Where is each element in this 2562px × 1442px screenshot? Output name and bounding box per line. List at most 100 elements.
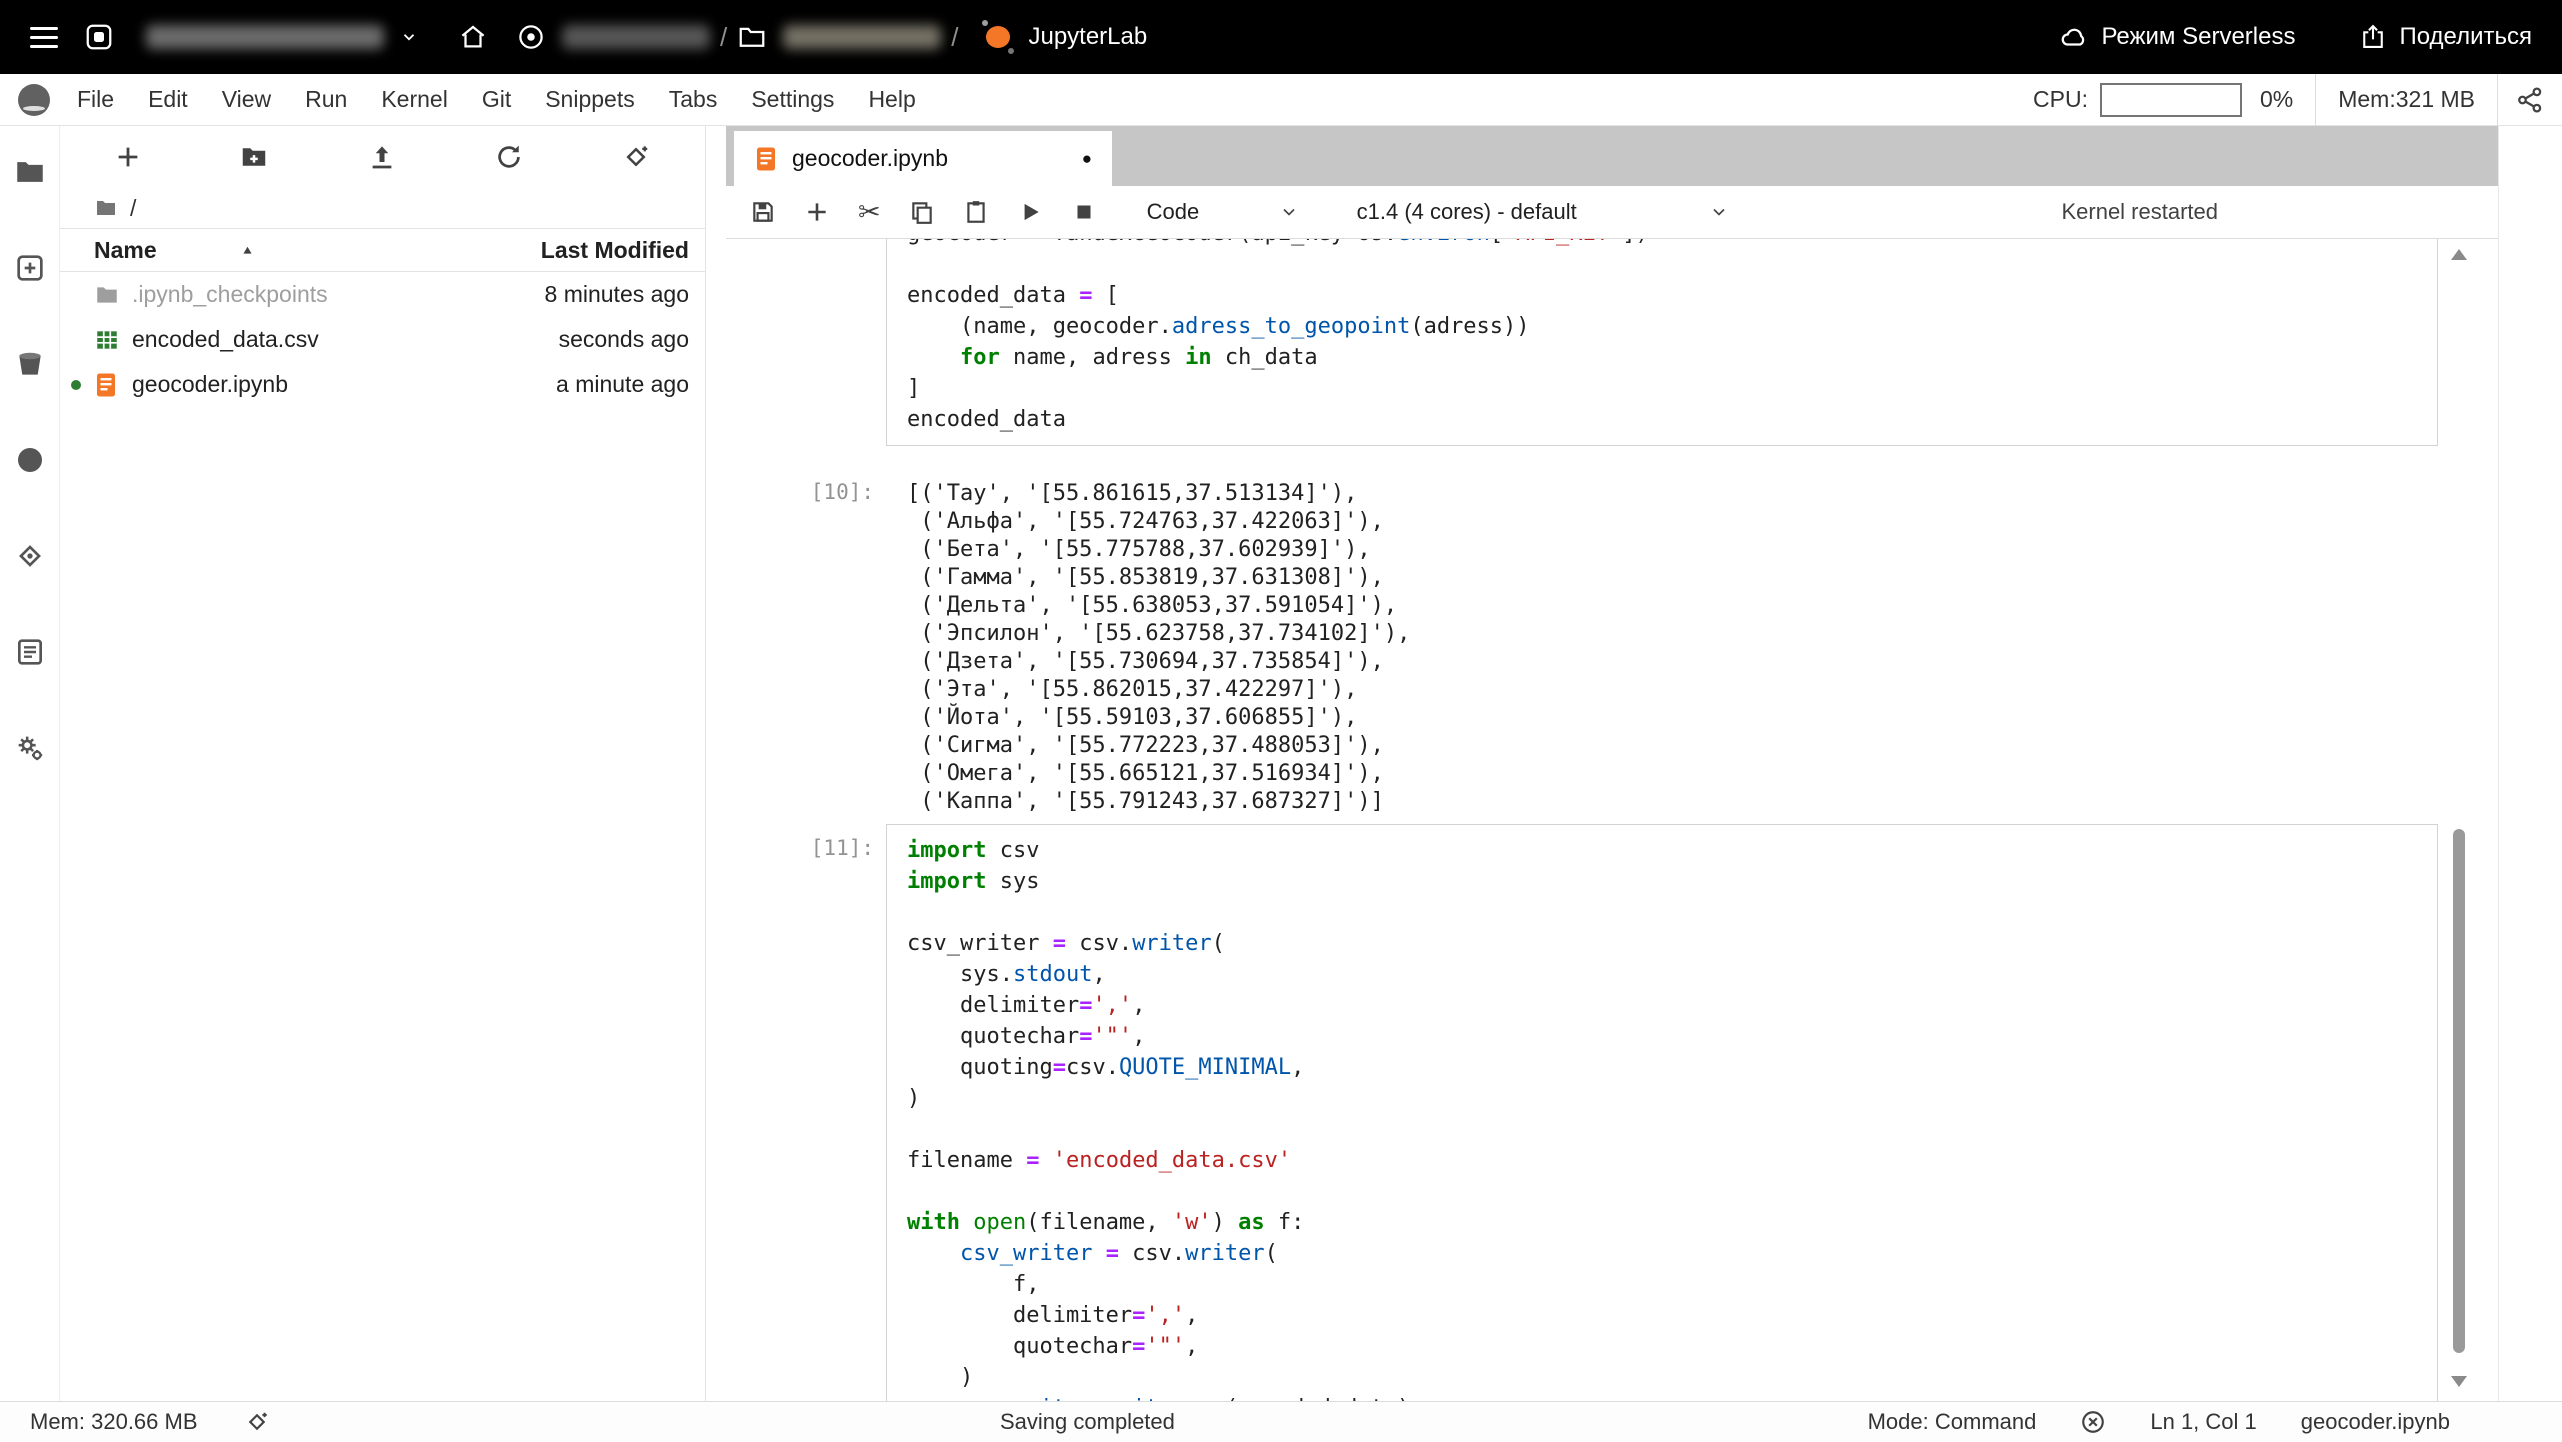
cpu-limit-input[interactable] (2099, 82, 2242, 117)
upload-button[interactable] (367, 142, 397, 172)
jupyter-menu-icon[interactable] (18, 83, 50, 116)
code-cell-top[interactable]: geocoder = YandexGeocoder(api_key=os.env… (726, 239, 2438, 446)
file-name: .ipynb_checkpoints (132, 281, 328, 307)
menu-item-git[interactable]: Git (465, 74, 528, 125)
cell-type-dropdown[interactable]: Code (1147, 199, 1299, 225)
file-row[interactable]: .ipynb_checkpoints 8 minutes ago (60, 272, 705, 317)
file-list-header: Name Last Modified (60, 228, 705, 272)
rail-checkpoints-tab[interactable] (0, 524, 59, 588)
dock-tab-bar: geocoder.ipynb ● (726, 126, 2498, 186)
kernel-circle-x-icon[interactable] (2080, 1409, 2106, 1435)
home-button[interactable] (458, 22, 488, 52)
paste-cell-button[interactable] (963, 199, 989, 225)
diamond-sparkle-icon[interactable] (244, 1409, 270, 1435)
cloud-icon (2062, 28, 2085, 46)
notebook-editor-panel: geocoder.ipynb ● ✂ Code c1.4 (4 cores) -… (726, 126, 2498, 1401)
breadcrumb[interactable]: / (60, 188, 705, 228)
share-label: Поделиться (2399, 23, 2532, 50)
file-modified: 8 minutes ago (544, 281, 689, 307)
scroll-up-arrow[interactable] (2451, 249, 2467, 260)
refresh-button[interactable] (494, 142, 524, 172)
share-graph-button[interactable] (2498, 74, 2562, 125)
notebook-icon (757, 147, 775, 170)
file-row[interactable]: encoded_data.csv seconds ago (60, 317, 705, 362)
task-name-blurred (783, 25, 942, 49)
refresh-icon (498, 145, 520, 168)
workspace-switcher[interactable] (84, 22, 418, 52)
folder-crumb[interactable] (737, 22, 942, 52)
panel-splitter[interactable] (706, 126, 726, 1401)
divider (2315, 73, 2317, 126)
box-plus-icon (16, 255, 43, 281)
file-row[interactable]: geocoder.ipynb a minute ago (60, 362, 705, 407)
breadcrumb-separator: / (720, 21, 728, 52)
kernel-status-text: Kernel restarted (2061, 199, 2218, 224)
file-browser-panel: / Name Last Modified .ipynb_checkpoints 8… (60, 126, 706, 1401)
output-area-10: [10]: [('Тау', '[55.861615,37.513134]'),… (726, 480, 2438, 816)
cut-cell-button[interactable]: ✂ (858, 198, 881, 226)
cursor-position[interactable]: Ln 1, Col 1 (2150, 1409, 2256, 1435)
rail-experiments-tab[interactable] (0, 620, 59, 684)
cell-editor[interactable]: geocoder = YandexGeocoder(api_key=os.env… (886, 239, 2438, 446)
kernel-selector-dropdown[interactable]: c1.4 (4 cores) - default (1357, 199, 1729, 225)
project-name-blurred (562, 25, 710, 49)
rail-new-resource-tab[interactable] (0, 236, 59, 300)
column-name[interactable]: Name (60, 237, 455, 264)
rail-storage-tab[interactable] (0, 332, 59, 396)
sort-ascending-icon (243, 246, 252, 254)
serverless-label: Режим Serverless (2101, 23, 2296, 50)
editor-mode[interactable]: Mode: Command (1868, 1409, 2037, 1435)
menu-item-edit[interactable]: Edit (131, 74, 205, 125)
running-dot (71, 380, 81, 390)
rail-settings-tab[interactable] (0, 716, 59, 780)
share-button[interactable]: Поделиться (2359, 23, 2532, 51)
save-button[interactable] (750, 199, 776, 225)
scrollbar-thumb[interactable] (2453, 829, 2465, 1353)
run-cell-button[interactable] (1017, 199, 1043, 225)
folder-icon (16, 162, 43, 182)
copy-cell-button[interactable] (909, 199, 935, 225)
main-area: / Name Last Modified .ipynb_checkpoints 8… (0, 126, 2562, 1401)
copy-icon (911, 202, 932, 224)
tab-geocoder-ipynb[interactable]: geocoder.ipynb ● (734, 131, 1112, 186)
scroll-down-arrow[interactable] (2451, 1376, 2467, 1387)
column-last-modified[interactable]: Last Modified (455, 237, 705, 264)
checkpoint-button[interactable] (621, 142, 651, 172)
add-cell-button[interactable] (804, 199, 830, 225)
list-icon (17, 639, 42, 665)
menu-item-settings[interactable]: Settings (734, 74, 851, 125)
diamond-sparkle-icon (626, 146, 648, 167)
code-cell-11[interactable]: [11]: import csv import sys csv_writer = c… (726, 824, 2438, 1401)
new-folder-button[interactable] (239, 142, 269, 172)
diamond-branch-icon (18, 545, 41, 567)
new-launcher-button[interactable] (114, 143, 142, 171)
bucket-icon (18, 352, 41, 375)
notebook-scroll-area: geocoder = YandexGeocoder(api_key=os.env… (726, 239, 2438, 1401)
notebook-content: geocoder = YandexGeocoder(api_key=os.env… (726, 239, 2498, 1401)
cell-editor[interactable]: import csv import sys csv_writer = csv.wri… (886, 824, 2438, 1401)
menu-item-snippets[interactable]: Snippets (528, 74, 652, 125)
output-text: [('Тау', '[55.861615,37.513134]'), ('Аль… (907, 481, 1411, 814)
org-crumb[interactable] (516, 22, 710, 52)
stop-icon (1077, 205, 1091, 219)
serverless-mode-button[interactable]: Режим Serverless (2059, 22, 2295, 52)
menu-item-view[interactable]: View (205, 74, 288, 125)
rail-files-tab[interactable] (0, 140, 59, 204)
file-name: encoded_data.csv (132, 326, 319, 352)
file-modified: seconds ago (558, 326, 689, 352)
folder-icon (739, 27, 765, 47)
unsaved-dot-icon[interactable]: ● (1082, 149, 1092, 169)
stop-kernel-button[interactable] (1071, 199, 1097, 225)
menu-item-kernel[interactable]: Kernel (364, 74, 464, 125)
input-prompt: [11]: (810, 836, 874, 860)
plus-icon (118, 147, 138, 167)
notebook-scrollbar[interactable] (2448, 239, 2470, 1401)
active-file-name: geocoder.ipynb (2300, 1409, 2450, 1434)
menu-item-run[interactable]: Run (288, 74, 364, 125)
menu-item-file[interactable]: File (60, 74, 131, 125)
menu-item-tabs[interactable]: Tabs (652, 74, 735, 125)
menu-item-help[interactable]: Help (851, 74, 932, 125)
app-root: / / JupyterLab Режим Serverless Поделить… (0, 0, 2562, 1442)
hamburger-menu-icon[interactable] (30, 26, 58, 48)
rail-sessions-tab[interactable] (0, 428, 59, 492)
